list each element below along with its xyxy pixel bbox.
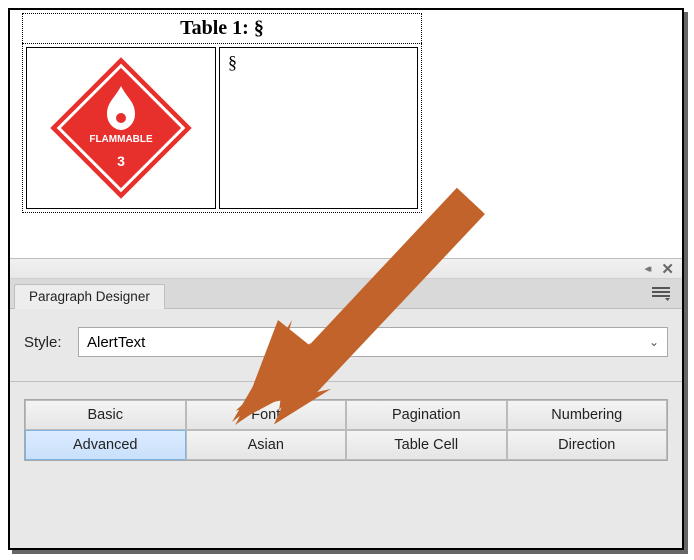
paragraph-designer-panel: ◂◂ ✕ Paragraph Designer Style: AlertText [10, 258, 682, 548]
chevron-down-icon: ⌄ [649, 335, 659, 349]
panel-titlebar: ◂◂ ✕ [10, 259, 682, 279]
table-caption: Table 1: § [22, 13, 422, 43]
tab-numbering[interactable]: Numbering [507, 400, 668, 430]
placard-class: 3 [117, 153, 125, 169]
tab-pagination[interactable]: Pagination [346, 400, 507, 430]
divider [10, 381, 682, 391]
cell-text-content: § [228, 52, 237, 72]
tab-table-cell[interactable]: Table Cell [346, 430, 507, 460]
tab-basic[interactable]: Basic [25, 400, 186, 430]
panel-tab-row: Paragraph Designer [10, 279, 682, 309]
tab-direction[interactable]: Direction [507, 430, 668, 460]
close-icon[interactable]: ✕ [661, 260, 674, 278]
tab-asian[interactable]: Asian [186, 430, 347, 460]
document-table: Table 1: § FLAMMABLE 3 [22, 13, 422, 213]
caption-marker: § [254, 17, 264, 39]
panel-menu-icon[interactable] [650, 285, 672, 301]
placard-label: FLAMMABLE [89, 134, 153, 145]
flammable-placard-icon: FLAMMABLE 3 [46, 53, 196, 203]
style-combobox[interactable]: AlertText ⌄ [78, 327, 668, 357]
style-value: AlertText [87, 334, 145, 351]
tab-paragraph-designer[interactable]: Paragraph Designer [14, 284, 165, 309]
collapse-icon[interactable]: ◂◂ [644, 262, 647, 275]
caption-prefix: Table 1: [180, 17, 254, 39]
table-cell-image: FLAMMABLE 3 [26, 47, 216, 209]
tab-advanced[interactable]: Advanced [25, 430, 186, 460]
table-cell-text[interactable]: § [219, 47, 418, 209]
style-label: Style: [24, 334, 70, 351]
tab-font[interactable]: Font [186, 400, 347, 430]
property-tabs: Basic Font Pagination Numbering Advanced… [24, 399, 668, 461]
